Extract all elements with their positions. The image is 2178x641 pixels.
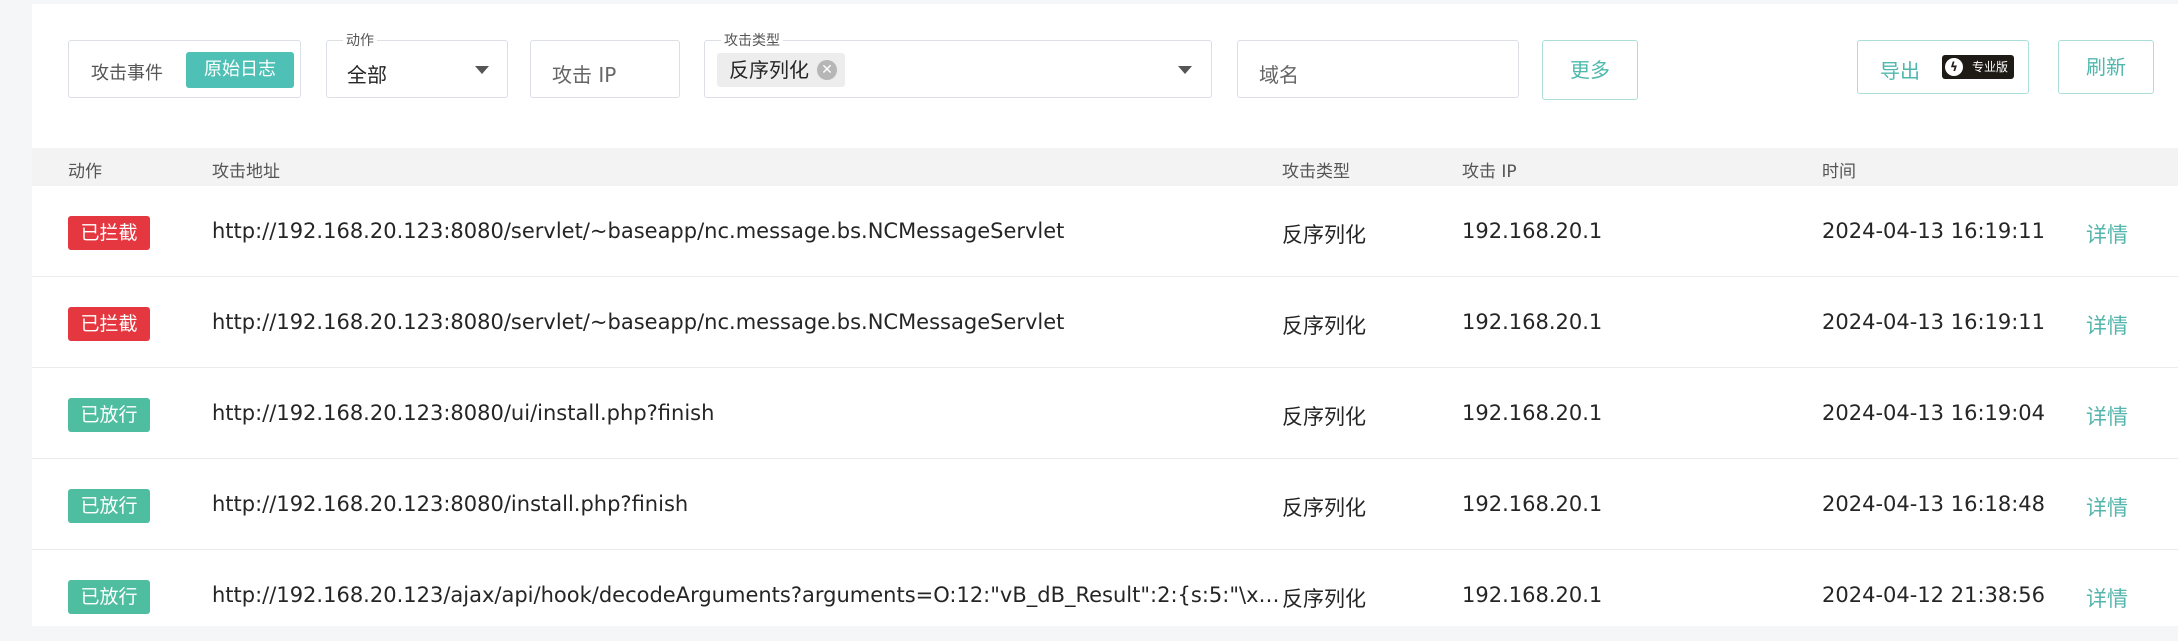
attack-type-select[interactable]: 攻击类型 反序列化 ✕	[704, 30, 1212, 98]
view-toggle: 攻击事件 原始日志	[68, 40, 301, 98]
column-header-ip: 攻击 IP	[1462, 162, 1517, 182]
attack-url: http://192.168.20.123/ajax/api/hook/deco…	[212, 583, 1280, 607]
attack-time: 2024-04-13 16:19:11	[1822, 310, 2046, 334]
action-select-label: 动作	[343, 30, 377, 50]
status-badge: 已放行	[68, 398, 150, 432]
detail-link[interactable]: 详情	[2086, 492, 2128, 522]
table-row: 已拦截 http://192.168.20.123:8080/servlet/~…	[32, 186, 2178, 277]
table-row: 已放行 http://192.168.20.123:8080/install.p…	[32, 459, 2178, 550]
detail-link[interactable]: 详情	[2086, 310, 2128, 340]
attack-type-select-label: 攻击类型	[721, 30, 783, 50]
export-button-label: 导出	[1880, 59, 1920, 83]
attack-ip: 192.168.20.1	[1462, 401, 1603, 425]
chevron-down-icon	[1178, 66, 1192, 74]
refresh-button[interactable]: 刷新	[2058, 40, 2154, 94]
column-header-url: 攻击地址	[212, 162, 280, 182]
status-badge: 已拦截	[68, 307, 150, 341]
column-header-action: 动作	[68, 162, 102, 182]
action-select[interactable]: 动作 全部	[326, 30, 508, 98]
attack-url: http://192.168.20.123:8080/ui/install.ph…	[212, 401, 715, 425]
attack-url: http://192.168.20.123:8080/servlet/~base…	[212, 310, 1065, 334]
detail-link[interactable]: 详情	[2086, 401, 2128, 431]
detail-link[interactable]: 详情	[2086, 219, 2128, 249]
attack-ip: 192.168.20.1	[1462, 219, 1603, 243]
attack-type: 反序列化	[1282, 405, 1366, 429]
attack-url: http://192.168.20.123:8080/install.php?f…	[212, 492, 689, 516]
table-row: 已拦截 http://192.168.20.123:8080/servlet/~…	[32, 277, 2178, 368]
attack-time: 2024-04-13 16:19:11	[1822, 219, 2046, 243]
attack-time: 2024-04-13 16:18:48	[1822, 492, 2046, 516]
attack-url: http://192.168.20.123:8080/servlet/~base…	[212, 219, 1065, 243]
attack-type: 反序列化	[1282, 587, 1366, 611]
detail-link[interactable]: 详情	[2086, 583, 2128, 613]
table-row: 已放行 http://192.168.20.123:8080/ui/instal…	[32, 368, 2178, 459]
status-badge: 已放行	[68, 489, 150, 523]
chevron-down-icon	[475, 66, 489, 74]
attack-ip-input[interactable]: 攻击 IP	[530, 40, 680, 98]
attack-ip: 192.168.20.1	[1462, 583, 1603, 607]
attack-type: 反序列化	[1282, 314, 1366, 338]
table-row: 已放行 http://192.168.20.123/ajax/api/hook/…	[32, 550, 2178, 641]
pro-badge: ϟ 专业版	[1942, 55, 2014, 79]
pro-badge-label: 专业版	[1971, 60, 2008, 74]
attack-type: 反序列化	[1282, 496, 1366, 520]
status-badge: 已拦截	[68, 216, 150, 250]
domain-input[interactable]: 域名	[1237, 40, 1519, 98]
table-header: 动作 攻击地址 攻击类型 攻击 IP 时间	[32, 148, 2178, 186]
attack-type-tag-label: 反序列化	[729, 58, 809, 82]
status-badge: 已放行	[68, 580, 150, 614]
column-header-time: 时间	[1822, 162, 1856, 182]
column-header-type: 攻击类型	[1282, 162, 1350, 182]
export-button[interactable]: 导出 ϟ 专业版	[1857, 40, 2029, 94]
close-icon[interactable]: ✕	[817, 60, 837, 80]
attack-ip: 192.168.20.1	[1462, 492, 1603, 516]
attack-type: 反序列化	[1282, 223, 1366, 247]
attack-ip: 192.168.20.1	[1462, 310, 1603, 334]
tab-raw-logs[interactable]: 原始日志	[186, 52, 294, 88]
attack-time: 2024-04-13 16:19:04	[1822, 401, 2046, 425]
more-filters-button[interactable]: 更多	[1542, 40, 1638, 100]
log-panel: 攻击事件 原始日志 动作 全部 攻击 IP 攻击类型 反序列化 ✕ 域名 更多 …	[32, 4, 2178, 626]
action-select-value: 全部	[347, 63, 387, 87]
attack-ip-placeholder: 攻击 IP	[552, 63, 617, 87]
tab-attack-events[interactable]: 攻击事件	[91, 59, 163, 85]
attack-time: 2024-04-12 21:38:56	[1822, 583, 2046, 607]
attack-type-tag: 反序列化 ✕	[717, 53, 845, 87]
lightning-icon: ϟ	[1945, 58, 1963, 76]
domain-placeholder: 域名	[1259, 63, 1299, 87]
